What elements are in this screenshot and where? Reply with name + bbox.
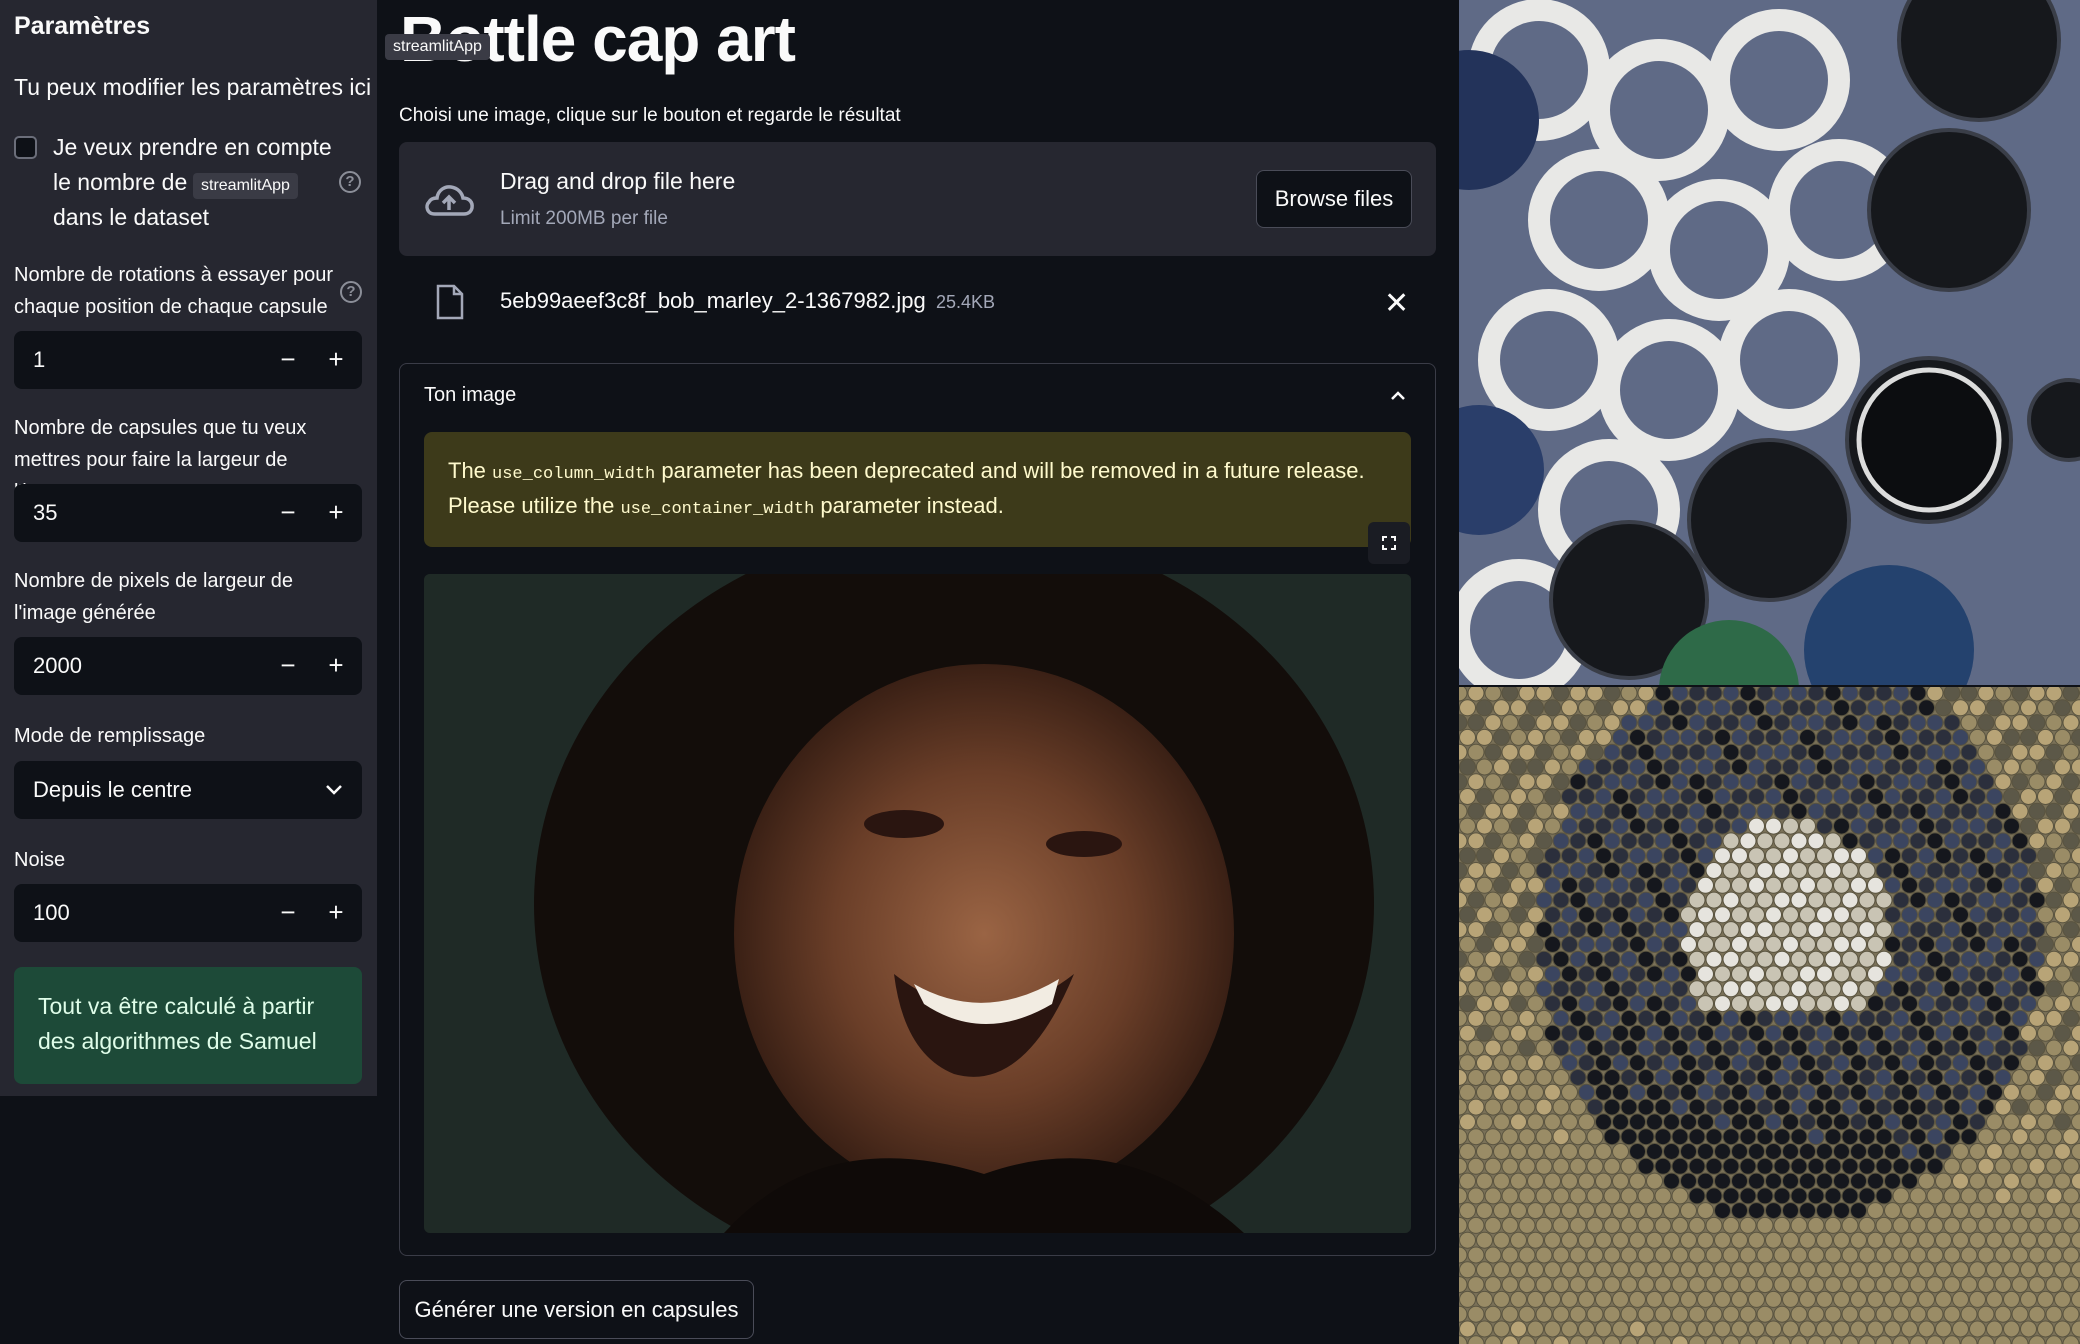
rotations-decrement-button[interactable]: − [270, 343, 306, 377]
noise-label: Noise [14, 849, 66, 871]
bottle-caps-image [1459, 0, 2080, 685]
expander-title[interactable]: Ton image [424, 384, 516, 407]
file-dropzone[interactable]: Drag and drop file here Limit 200MB per … [399, 142, 1436, 256]
sidebar: Paramètres Tu peux modifier les paramètr… [0, 0, 377, 1096]
warning-line2-suffix: parameter instead. [814, 493, 1004, 518]
remove-file-button[interactable]: ✕ [1384, 286, 1409, 321]
rotations-number-input[interactable]: 1 − + [14, 331, 362, 389]
chevron-up-icon[interactable] [1388, 386, 1408, 406]
bottle-caps-photo [1459, 0, 2080, 685]
success-info-text: Tout va être calculé à partir des algori… [38, 993, 317, 1054]
warning-line-2: Please utilize the use_container_width p… [448, 493, 1004, 519]
sidebar-subtitle: Tu peux modifier les paramètres ici [14, 74, 372, 100]
uploaded-image-preview [424, 574, 1411, 1233]
image-expander: Ton image The use_column_width parameter… [399, 363, 1436, 1256]
dataset-count-checkbox[interactable] [14, 136, 37, 159]
noise-value[interactable]: 100 [33, 900, 70, 926]
capsules-decrement-button[interactable]: − [270, 496, 306, 530]
rotations-label: Nombre de rotations à essayer pour chaqu… [14, 264, 334, 318]
tooltip-top: streamlitApp [385, 34, 490, 60]
noise-increment-button[interactable]: + [318, 896, 354, 930]
deprecation-warning: The use_column_width parameter has been … [424, 432, 1411, 547]
pixels-decrement-button[interactable]: − [270, 649, 306, 683]
mosaic-image [1459, 687, 2080, 1344]
file-icon [436, 284, 464, 320]
capsules-increment-button[interactable]: + [318, 496, 354, 530]
warning-prefix: The [448, 458, 493, 483]
page-subtitle: Choisi une image, clique sur le bouton e… [399, 105, 901, 126]
fill-mode-value[interactable]: Depuis le centre [33, 777, 192, 803]
warning-code-1: use_column_width [492, 465, 656, 484]
file-name: 5eb99aeef3c8f_bob_marley_2-1367982.jpg [500, 288, 926, 313]
uploaded-file-row: 5eb99aeef3c8f_bob_marley_2-1367982.jpg 2… [399, 270, 1436, 336]
capsules-value[interactable]: 35 [33, 500, 57, 526]
fullscreen-icon [1382, 536, 1396, 550]
pixels-value[interactable]: 2000 [33, 653, 82, 679]
generate-capsules-button[interactable]: Générer une version en capsules [399, 1280, 754, 1339]
warning-code-2: use_container_width [620, 500, 815, 519]
pixels-label: Nombre de pixels de largeur de l'image g… [14, 570, 294, 624]
help-icon[interactable]: ? [339, 171, 361, 193]
browse-files-button[interactable]: Browse files [1256, 170, 1412, 228]
warning-line2-prefix: Please utilize the [448, 493, 621, 518]
sidebar-title: Paramètres [14, 12, 151, 40]
noise-decrement-button[interactable]: − [270, 896, 306, 930]
chevron-down-icon[interactable] [324, 779, 344, 799]
warning-middle: parameter has been deprecated and will b… [655, 458, 1365, 483]
noise-number-input[interactable]: 100 − + [14, 884, 362, 942]
pixels-number-input[interactable]: 2000 − + [14, 637, 362, 695]
file-size: 25.4KB [936, 292, 996, 312]
cloud-upload-icon [425, 185, 474, 216]
pixels-increment-button[interactable]: + [318, 649, 354, 683]
rotations-help-icon[interactable]: ? [340, 281, 362, 303]
capsules-number-input[interactable]: 35 − + [14, 484, 362, 542]
fullscreen-button[interactable] [1368, 522, 1410, 564]
rotations-increment-button[interactable]: + [318, 343, 354, 377]
drag-drop-text: Drag and drop file here [500, 168, 736, 194]
file-limit-text: Limit 200MB per file [500, 208, 668, 229]
portrait-image [424, 574, 1411, 1233]
fill-mode-select[interactable]: Depuis le centre [14, 761, 362, 819]
rotations-value[interactable]: 1 [33, 347, 45, 373]
bottle-cap-mosaic [1459, 687, 2080, 1344]
tooltip-sidebar: streamlitApp [193, 173, 298, 199]
success-info-box: Tout va être calculé à partir des algori… [14, 967, 362, 1084]
fill-mode-label: Mode de remplissage [14, 725, 206, 747]
warning-line-1: The use_column_width parameter has been … [448, 458, 1365, 484]
